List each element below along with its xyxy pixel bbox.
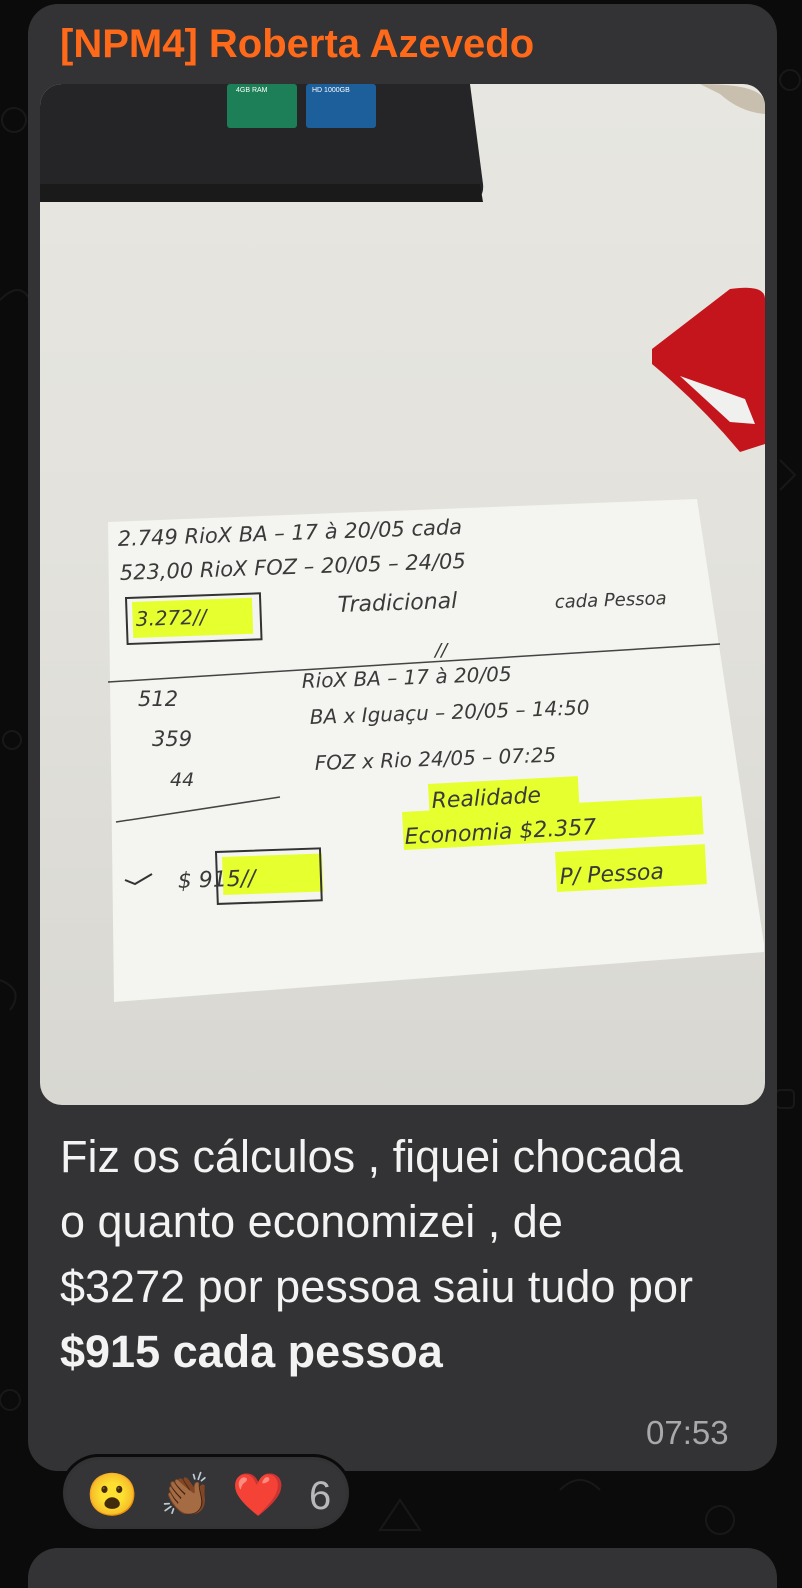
note-line-8: 359 [152, 727, 192, 751]
clapping-hands-icon[interactable]: 👏🏾 [160, 1472, 212, 1518]
note-line-16: $ 915// [177, 866, 258, 894]
note-line-5: cada Pessoa [554, 588, 667, 613]
message-timestamp: 07:53 [646, 1414, 729, 1451]
red-heart-icon[interactable]: ❤️ [232, 1472, 284, 1518]
reaction-bar-inner: 😮 👏🏾 ❤️ 6 [66, 1460, 346, 1526]
note-line-9: 44 [170, 769, 194, 791]
next-message-bubble [28, 1548, 777, 1588]
message-text-bold: $915 cada pessoa [60, 1326, 443, 1377]
message-text: Fiz os cálculos , fiquei chocada o quant… [60, 1124, 700, 1384]
message-photo[interactable]: 4GB RAM HD 1000GB 2.749 RioX BA – 17 à 2… [40, 84, 765, 1105]
reaction-bar[interactable]: 😮 👏🏾 ❤️ 6 [60, 1454, 352, 1532]
laptop-label-ram: 4GB RAM [236, 87, 268, 94]
note-line-6: // [433, 640, 449, 661]
laptop-label-hd: HD 1000GB [312, 87, 350, 94]
reaction-count: 6 [309, 1474, 332, 1518]
message-text-plain: Fiz os cálculos , fiquei chocada o quant… [60, 1131, 693, 1312]
note-line-4: Tradicional [337, 589, 457, 618]
surprised-face-icon[interactable]: 😮 [86, 1472, 138, 1518]
photo-drawing: 4GB RAM HD 1000GB 2.749 RioX BA – 17 à 2… [40, 84, 765, 1002]
sender-name[interactable]: [NPM4] Roberta Azevedo [60, 22, 534, 67]
note-line-7: 512 [138, 687, 178, 711]
note-line-3: 3.272// [135, 604, 209, 631]
